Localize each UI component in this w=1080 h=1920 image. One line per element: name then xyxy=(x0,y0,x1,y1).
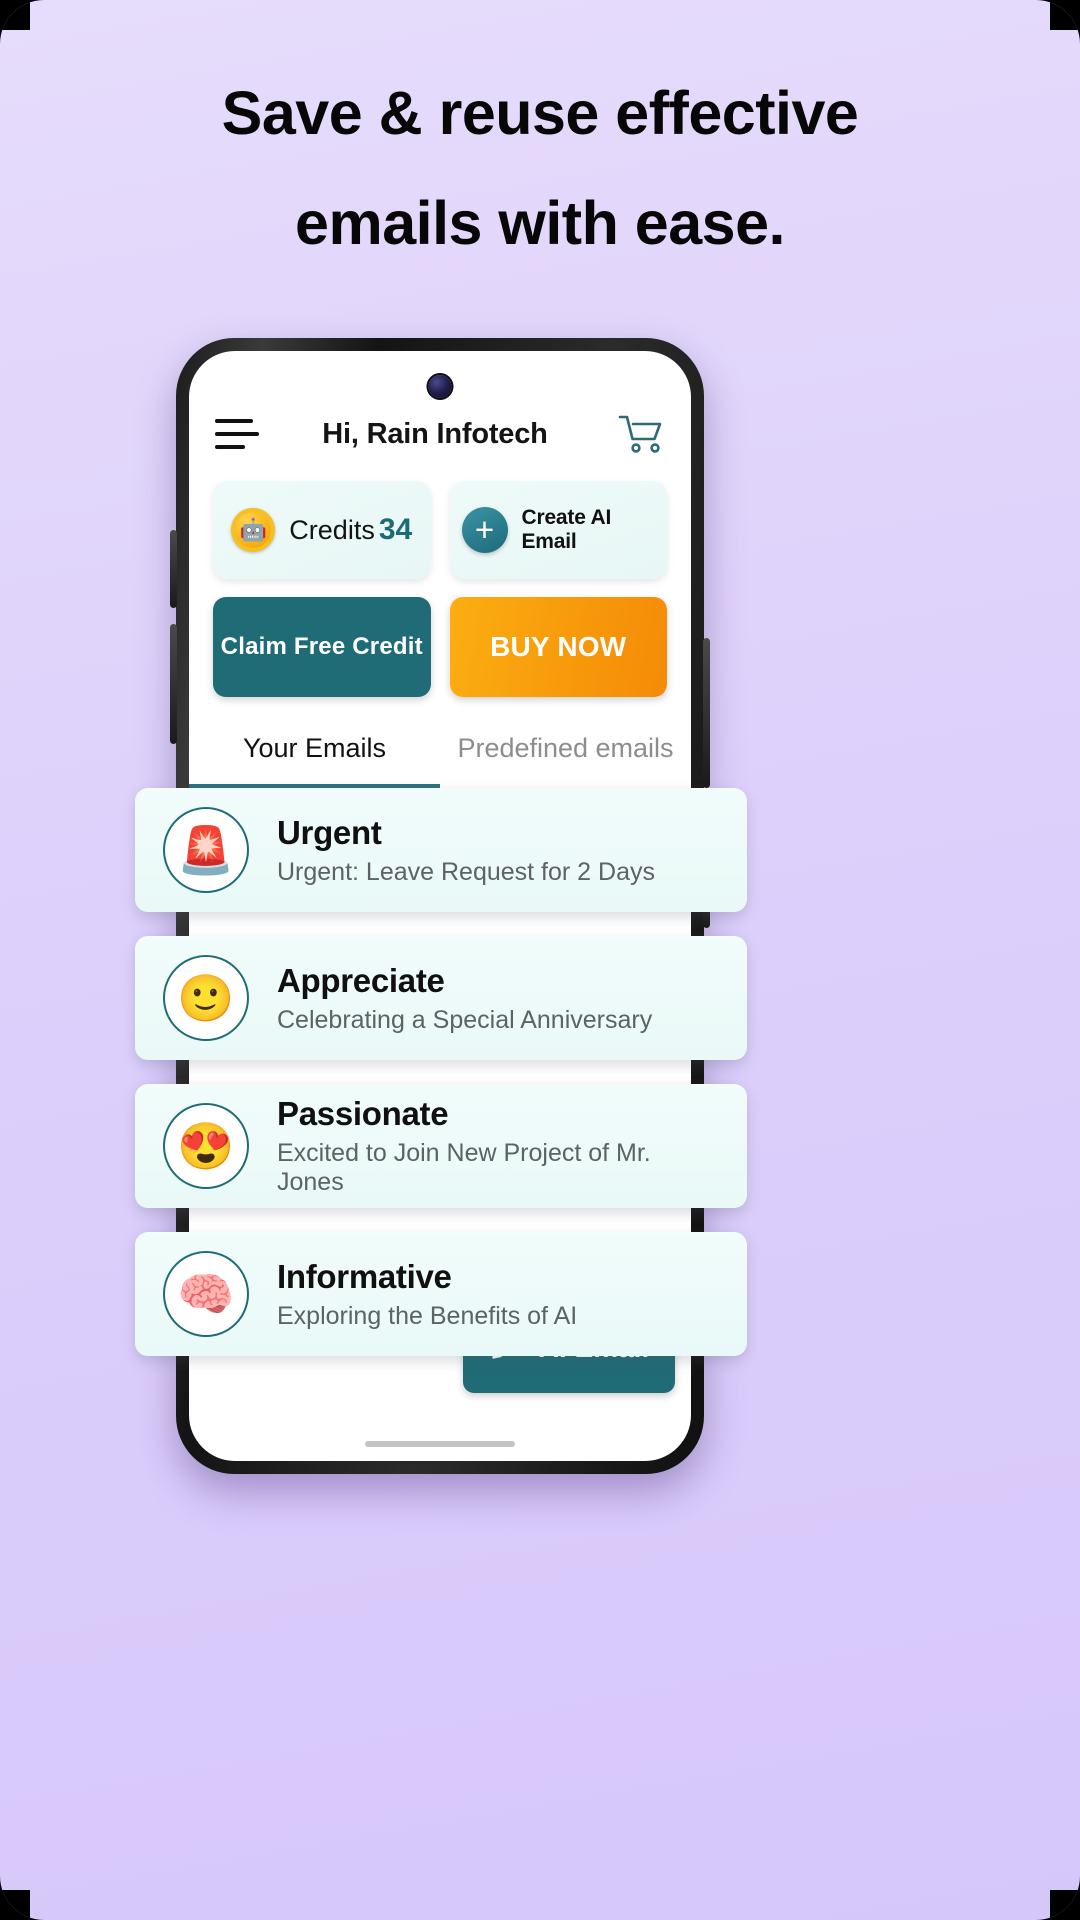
promo-screen: Save & reuse effective emails with ease.… xyxy=(0,0,1080,1920)
hamburger-line xyxy=(215,445,245,449)
front-camera-icon xyxy=(428,375,452,398)
create-ai-email-card[interactable]: + Create AI Email xyxy=(449,481,667,579)
email-tabs: Your Emails Predefined emails xyxy=(189,733,691,788)
smiley-icon: 🙂 xyxy=(163,955,249,1041)
siren-icon: 🚨 xyxy=(163,807,249,893)
phone-power-button xyxy=(703,638,710,788)
brain-icon: 🧠 xyxy=(163,1251,249,1337)
greeting-title: Hi, Rain Infotech xyxy=(322,417,548,450)
email-title: Passionate xyxy=(277,1095,449,1132)
headline-line-1: Save & reuse effective xyxy=(221,79,859,147)
coin-robot-glyph: 🤖 xyxy=(239,517,267,542)
email-title: Appreciate xyxy=(277,961,445,999)
page-title: Save & reuse effective emails with ease. xyxy=(0,58,1080,278)
email-subject: Excited to Join New Project of Mr. Jones xyxy=(277,1139,651,1196)
smiley-glyph: 🙂 xyxy=(177,972,235,1024)
create-ai-email-label: Create AI Email xyxy=(521,506,612,553)
email-subject: Celebrating a Special Anniversary xyxy=(277,1005,653,1034)
credits-label: Credits xyxy=(289,515,375,545)
email-title: Urgent xyxy=(277,813,382,851)
tab-your-emails[interactable]: Your Emails xyxy=(189,733,440,788)
hamburger-line xyxy=(215,419,253,423)
action-buttons: Claim Free Credit BUY NOW xyxy=(189,579,691,697)
credits-card[interactable]: 🤖 Credits 34 xyxy=(213,481,431,579)
shopping-cart-icon[interactable] xyxy=(617,412,665,456)
home-indicator xyxy=(365,1441,515,1447)
tab-predefined-emails[interactable]: Predefined emails xyxy=(440,733,691,788)
corner-mask xyxy=(1050,1890,1080,1920)
email-subject: Urgent: Leave Request for 2 Days xyxy=(277,857,655,886)
email-subject: Exploring the Benefits of AI xyxy=(277,1301,578,1330)
list-item[interactable]: 🧠 Informative Exploring the Benefits of … xyxy=(135,1232,747,1356)
list-item[interactable]: 😍 Passionate Excited to Join New Project… xyxy=(135,1084,747,1208)
corner-mask xyxy=(0,0,30,30)
siren-glyph: 🚨 xyxy=(177,824,235,876)
plus-icon: + xyxy=(461,507,508,553)
buy-now-button[interactable]: BUY NOW xyxy=(449,597,667,697)
email-list: 🚨 Urgent Urgent: Leave Request for 2 Day… xyxy=(135,788,747,1356)
corner-mask xyxy=(1050,0,1080,30)
brain-glyph: 🧠 xyxy=(177,1268,235,1320)
list-item[interactable]: 🚨 Urgent Urgent: Leave Request for 2 Day… xyxy=(135,788,747,912)
heart-eyes-icon: 😍 xyxy=(163,1103,249,1189)
headline-line-2: emails with ease. xyxy=(295,189,785,257)
credits-value: 34 xyxy=(378,513,413,546)
corner-mask xyxy=(0,1890,30,1920)
summary-cards: 🤖 Credits 34 + Create AI Email xyxy=(189,459,691,579)
email-title: Informative xyxy=(277,1257,452,1295)
app-header: Hi, Rain Infotech xyxy=(189,351,691,459)
coin-robot-icon: 🤖 xyxy=(231,508,276,552)
heart-eyes-glyph: 😍 xyxy=(177,1120,235,1172)
claim-free-credit-button[interactable]: Claim Free Credit xyxy=(213,597,431,697)
list-item[interactable]: 🙂 Appreciate Celebrating a Special Anniv… xyxy=(135,936,747,1060)
